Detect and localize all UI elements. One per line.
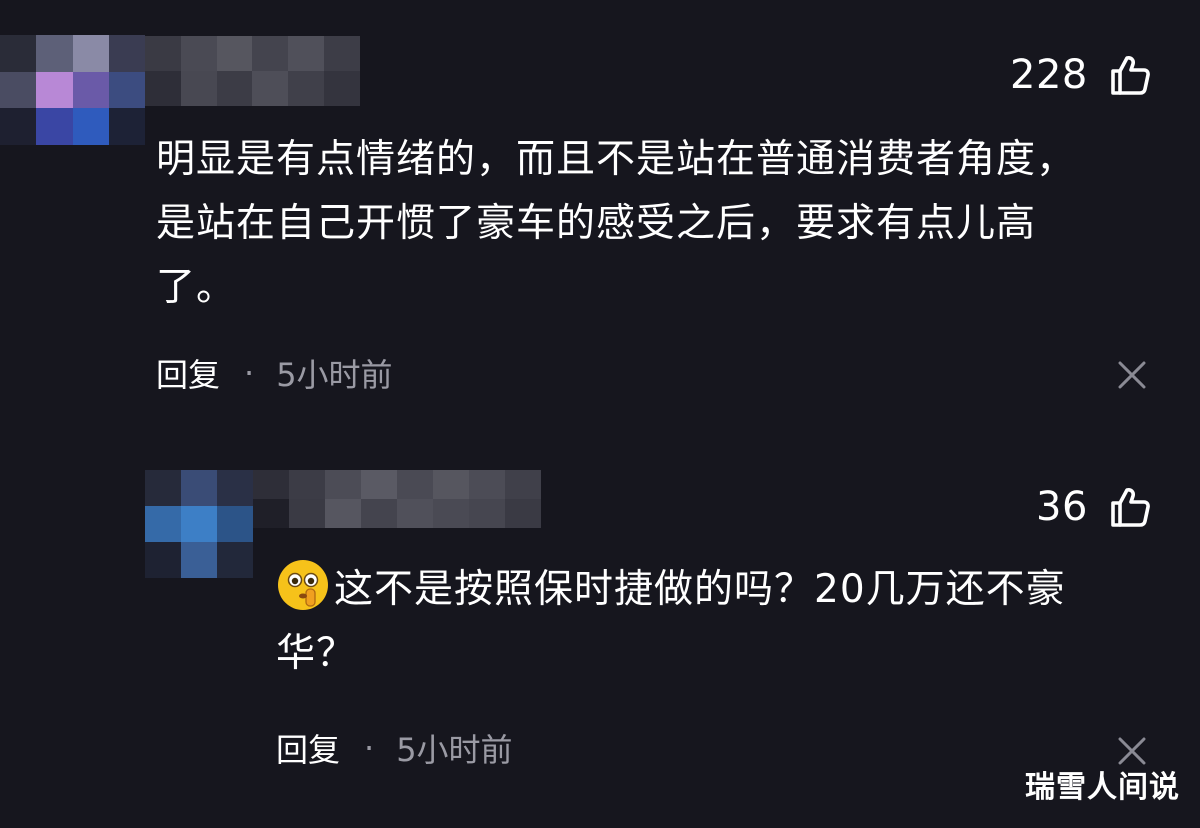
comment-line: 是站在自己开惯了豪车的感受之后，要求有点儿高 [156, 201, 1037, 246]
comment-line-text: 这不是按照保时捷做的吗？20几万还不豪 [334, 567, 1066, 612]
thumbs-up-icon[interactable] [1110, 54, 1150, 96]
separator: · [244, 354, 255, 392]
thumbs-up-icon[interactable] [1110, 486, 1150, 528]
comment-meta: 回复 · 5小时前 [276, 725, 513, 771]
comment-line: 明显是有点情绪的，而且不是站在普通消费者角度， [156, 137, 1077, 182]
comment-text: 明显是有点情绪的，而且不是站在普通消费者角度， 是站在自己开惯了豪车的感受之后，… [156, 128, 1136, 320]
comment-list: 228 明显是有点情绪的，而且不是站在普通消费者角度， 是站在自己开惯了豪车的感… [0, 0, 1200, 828]
watermark: 瑞雪人间说 [1025, 770, 1180, 805]
comment-line: 了。 [156, 265, 237, 310]
comment-line: 这不是按照保时捷做的吗？20几万还不豪 [276, 558, 1136, 622]
comment-meta: 回复 · 5小时前 [156, 350, 393, 396]
avatar[interactable] [145, 470, 253, 578]
like-button[interactable]: 36 [1036, 484, 1150, 530]
reply-button[interactable]: 回复 [156, 350, 220, 396]
comment-line: 华？ [276, 631, 357, 676]
like-button[interactable]: 228 [1010, 52, 1150, 98]
shushing-face-emoji [276, 558, 330, 612]
like-count: 228 [1010, 52, 1088, 98]
separator: · [364, 729, 375, 767]
avatar[interactable] [0, 35, 145, 145]
username[interactable] [145, 36, 360, 106]
close-icon[interactable] [1117, 360, 1147, 390]
timestamp: 5小时前 [396, 731, 513, 769]
comment-text: 这不是按照保时捷做的吗？20几万还不豪 华？ [276, 558, 1136, 686]
username[interactable] [253, 470, 541, 528]
timestamp: 5小时前 [276, 356, 393, 394]
like-count: 36 [1036, 484, 1088, 530]
reply-button[interactable]: 回复 [276, 725, 340, 771]
